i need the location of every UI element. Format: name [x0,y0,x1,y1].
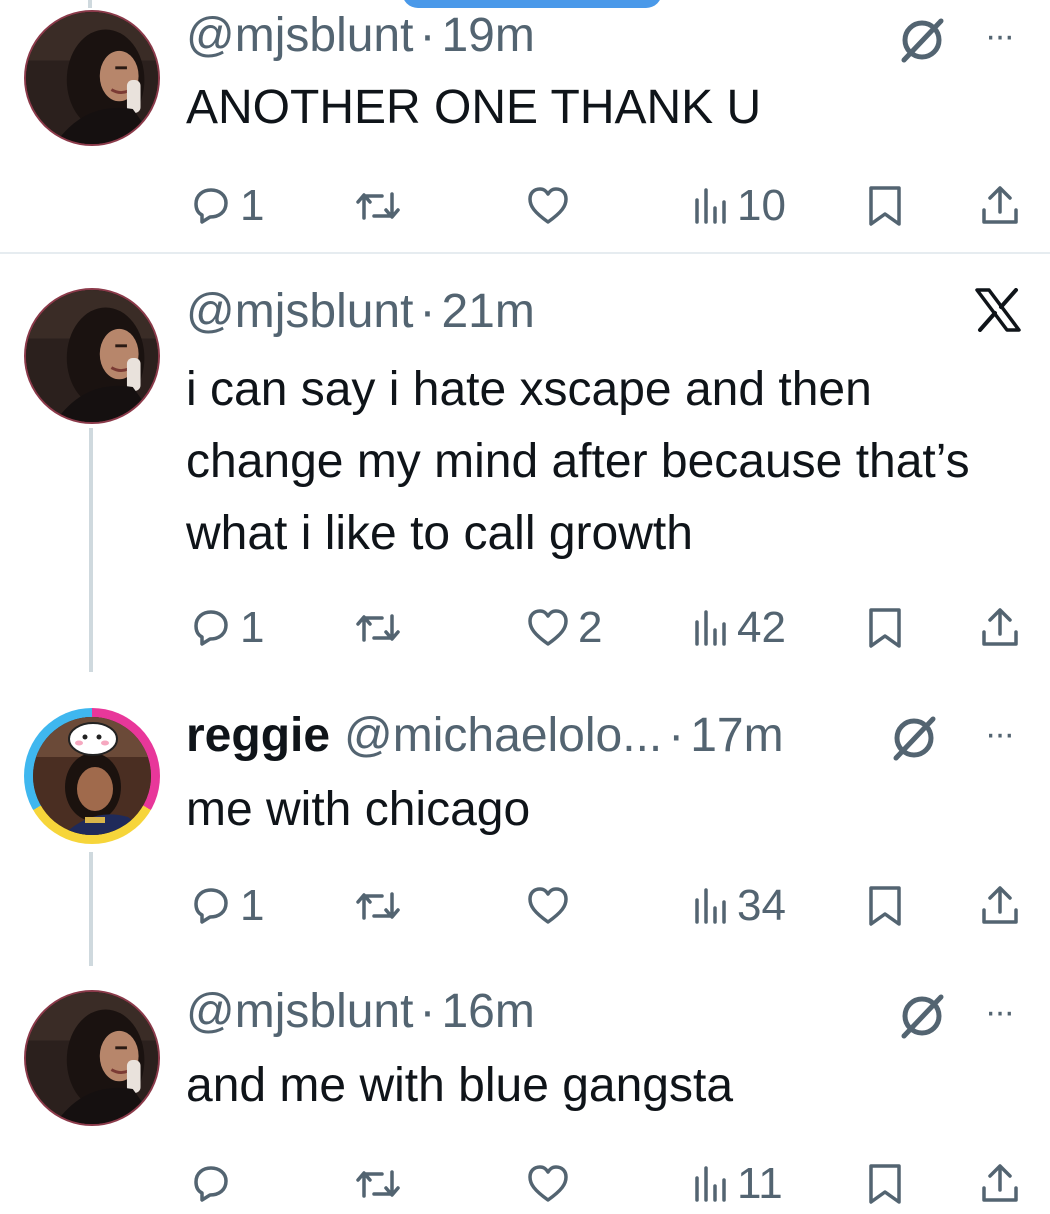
repost-button[interactable] [352,1154,410,1214]
tweet-header: @mjsblunt · 19m [186,8,535,64]
bookmark-button[interactable] [863,176,907,236]
bookmark-button[interactable] [863,876,907,936]
like-button[interactable] [524,876,578,936]
reply-count: 1 [240,181,265,230]
avatar[interactable] [24,708,160,844]
repost-icon [356,614,400,642]
separator-dot: · [419,9,436,62]
thread-connector-line [89,852,93,966]
like-button[interactable] [524,1154,578,1214]
repost-icon [356,1170,400,1198]
repost-icon [356,192,400,220]
handle[interactable]: @michaelolo... [344,708,662,764]
tweet[interactable]: @mjsblunt · 21m i can say i hate xscape … [0,254,1050,684]
tweet-header: @mjsblunt · 16m [186,984,535,1040]
like-button[interactable]: 2 [524,598,602,658]
like-count: 2 [578,603,603,652]
tweet-text: and me with blue gangsta [186,1059,734,1112]
like-button[interactable] [524,176,578,236]
timestamp[interactable]: 21m [441,284,534,340]
views-button[interactable]: 11 [691,1154,783,1214]
thread-connector-line [89,428,93,672]
repost-button[interactable] [352,876,410,936]
share-button[interactable] [978,1154,1022,1214]
handle[interactable]: @mjsblunt [186,8,413,64]
reply-button[interactable]: 1 [186,176,264,236]
share-button[interactable] [978,598,1022,658]
grok-slash-icon[interactable] [896,14,948,66]
views-bar-chart-icon [695,188,726,224]
reply-button[interactable]: 1 [186,876,264,936]
views-bar-chart-icon [695,888,726,924]
share-button[interactable] [978,176,1022,236]
display-name[interactable]: reggie [186,708,330,764]
tweet-header: reggie @michaelolo... · 17m [186,708,784,764]
reply-button[interactable] [186,1154,240,1214]
action-bar: 1 10 [186,176,1026,236]
timestamp[interactable]: 17m [690,708,783,764]
heart-icon [528,187,568,224]
more-options-icon[interactable]: ··· [977,995,1021,1029]
handle[interactable]: @mjsblunt [186,284,413,340]
separator-dot: · [668,709,685,762]
repost-button[interactable] [352,598,410,658]
reply-icon [194,610,228,646]
heart-icon [528,1165,568,1202]
avatar[interactable] [24,10,160,146]
more-options-icon[interactable]: ··· [977,19,1021,53]
repost-button[interactable] [352,176,410,236]
avatar[interactable] [24,990,160,1126]
share-icon [982,608,1018,646]
views-count: 34 [737,881,786,930]
bookmark-icon [869,886,901,926]
views-button[interactable]: 42 [691,598,786,658]
action-bar: 1 34 [186,876,1026,936]
action-bar: 11 [186,1154,1026,1214]
reply-count: 1 [240,881,265,930]
bookmark-button[interactable] [863,598,907,658]
avatar[interactable] [24,288,160,424]
grok-slash-icon[interactable] [896,990,948,1042]
tweet[interactable]: @mjsblunt · 19m ··· ANOTHER ONE THANK U … [0,0,1050,252]
heart-icon [528,887,568,924]
views-bar-chart-icon [695,610,726,646]
reply-icon [194,1166,228,1202]
views-count: 11 [737,1159,783,1208]
bookmark-icon [869,608,901,648]
x-logo-icon[interactable] [974,288,1022,332]
views-button[interactable]: 34 [691,876,786,936]
share-icon [982,886,1018,924]
views-count: 42 [737,603,786,652]
tweet-text: ANOTHER ONE THANK U [186,81,762,134]
reply-icon [194,888,228,924]
action-bar: 1 2 42 [186,598,1026,658]
share-icon [982,186,1018,224]
reply-count: 1 [240,603,265,652]
views-count: 10 [737,181,786,230]
reply-icon [194,188,228,224]
bookmark-icon [869,1164,901,1204]
share-button[interactable] [978,876,1022,936]
bookmark-icon [869,186,901,226]
grok-slash-icon[interactable] [888,712,940,764]
timestamp[interactable]: 19m [441,8,534,64]
heart-icon [528,609,568,646]
views-bar-chart-icon [695,1166,726,1202]
reply-button[interactable]: 1 [186,598,264,658]
separator-dot: · [419,985,436,1038]
repost-icon [356,892,400,920]
tweet[interactable]: reggie @michaelolo... · 17m ··· me with … [0,684,1050,974]
bookmark-button[interactable] [863,1154,907,1214]
share-icon [982,1164,1018,1202]
handle[interactable]: @mjsblunt [186,984,413,1040]
separator-dot: · [419,285,436,338]
tweet[interactable]: @mjsblunt · 16m ··· and me with blue gan… [0,974,1050,1208]
more-options-icon[interactable]: ··· [977,717,1021,751]
timestamp[interactable]: 16m [441,984,534,1040]
views-button[interactable]: 10 [691,176,786,236]
tweet-text: i can say i hate xscape and then change … [186,363,970,560]
tweet-header: @mjsblunt · 21m [186,284,535,340]
tweet-text: me with chicago [186,783,531,836]
